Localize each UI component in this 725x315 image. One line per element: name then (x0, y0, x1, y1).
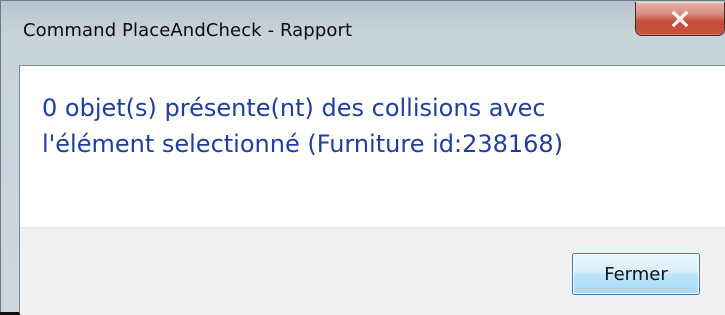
message-line-1: 0 objet(s) présente(nt) des collisions a… (42, 94, 546, 122)
button-bar: Fermer (20, 227, 725, 315)
report-message: 0 objet(s) présente(nt) des collisions a… (42, 90, 692, 162)
title-bar[interactable]: Command PlaceAndCheck - Rapport (1, 1, 725, 63)
dialog-content: 0 objet(s) présente(nt) des collisions a… (19, 65, 725, 315)
dialog-window: Command PlaceAndCheck - Rapport 0 objet(… (0, 0, 725, 315)
close-icon (671, 10, 689, 28)
window-close-button[interactable] (635, 2, 725, 36)
fermer-button[interactable]: Fermer (572, 253, 700, 295)
window-title: Command PlaceAndCheck - Rapport (23, 20, 353, 41)
message-line-2: l'élément selectionné (Furniture id:2381… (42, 130, 564, 158)
